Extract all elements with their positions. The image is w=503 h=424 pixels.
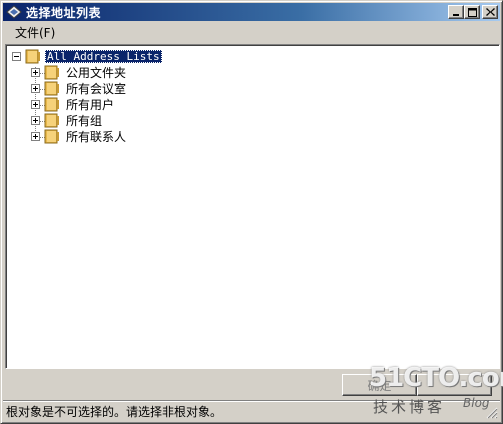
- maximize-icon: [467, 7, 477, 17]
- status-bar: 根对象是不可选择的。请选择非根对象。: [3, 400, 500, 421]
- tree-item-label: 所有会议室: [66, 81, 127, 96]
- window-controls: [448, 5, 498, 19]
- address-list-dialog: 选择地址列表 文件(F) All Address Lists 公用文件夹 所有会…: [0, 0, 503, 424]
- tree-item-public-folders[interactable]: 公用文件夹: [31, 64, 128, 80]
- tree-item-all-groups[interactable]: 所有组: [31, 112, 104, 128]
- address-book-folder-icon: [44, 81, 59, 95]
- tree-item-label: 所有组: [66, 113, 103, 128]
- window-title: 选择地址列表: [26, 5, 102, 20]
- expand-toggle[interactable]: [31, 131, 40, 141]
- tree-root-item[interactable]: All Address Lists: [12, 48, 162, 64]
- maximize-button[interactable]: [464, 5, 480, 19]
- menu-bar: 文件(F): [3, 22, 500, 42]
- cancel-button[interactable]: [417, 374, 492, 396]
- status-text: 根对象是不可选择的。请选择非根对象。: [6, 404, 223, 419]
- address-book-folder-icon: [44, 129, 59, 143]
- address-book-folder-icon: [44, 97, 59, 111]
- expand-toggle[interactable]: [31, 99, 40, 109]
- minimize-icon: [453, 14, 459, 16]
- menu-file[interactable]: 文件(F): [3, 24, 63, 41]
- address-book-folder-icon: [44, 113, 59, 127]
- tree-item-label: 公用文件夹: [66, 65, 127, 80]
- ok-button[interactable]: 确定: [342, 374, 417, 396]
- address-book-folder-icon: [44, 65, 59, 79]
- address-book-folder-icon: [25, 49, 40, 63]
- close-button[interactable]: [482, 5, 498, 19]
- expand-toggle[interactable]: [31, 67, 40, 77]
- collapse-toggle[interactable]: [12, 51, 21, 61]
- address-book-icon: [6, 5, 22, 19]
- tree-item-label: 所有用户: [66, 97, 115, 112]
- tree-item-all-users[interactable]: 所有用户: [31, 96, 116, 112]
- tree-item-label: 所有联系人: [66, 129, 127, 144]
- expand-toggle[interactable]: [31, 83, 40, 93]
- close-icon: [485, 8, 495, 16]
- expand-toggle[interactable]: [31, 115, 40, 125]
- minimize-button[interactable]: [448, 5, 464, 19]
- dialog-buttons: 确定: [342, 374, 492, 396]
- title-bar[interactable]: 选择地址列表: [3, 3, 500, 21]
- resize-grip-icon[interactable]: [486, 407, 498, 419]
- tree-item-all-rooms[interactable]: 所有会议室: [31, 80, 128, 96]
- address-list-tree[interactable]: All Address Lists 公用文件夹 所有会议室 所有用户 所有组 所…: [5, 44, 500, 369]
- tree-item-all-contacts[interactable]: 所有联系人: [31, 128, 128, 144]
- tree-root-label: All Address Lists: [45, 49, 162, 63]
